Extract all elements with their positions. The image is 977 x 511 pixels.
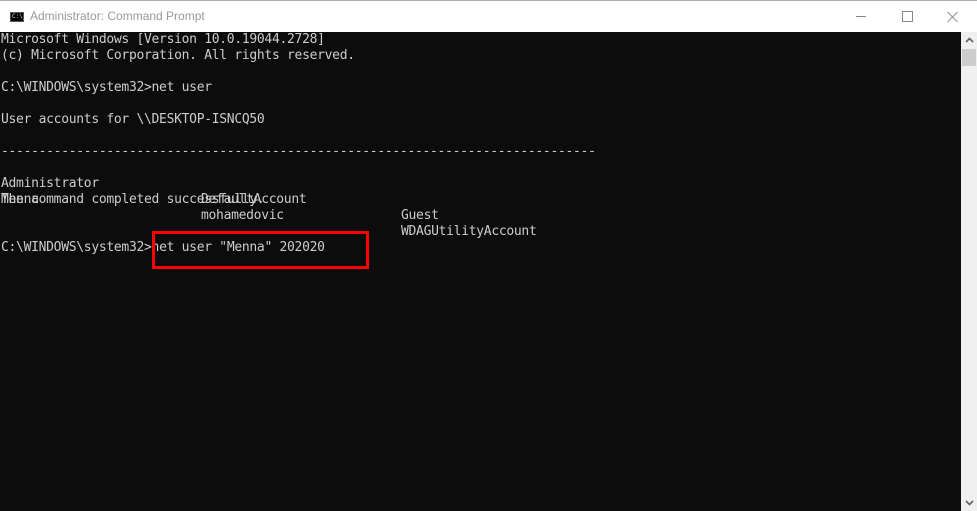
highlight-box xyxy=(152,231,369,269)
window-title: Administrator: Command Prompt xyxy=(30,9,205,23)
minimize-icon xyxy=(856,16,866,17)
account-row: Menna mohamedovic WDAGUtilityAccount xyxy=(1,176,641,239)
title-bar[interactable]: C:\_ Administrator: Command Prompt xyxy=(0,0,977,32)
console-output[interactable]: Microsoft Windows [Version 10.0.19044.27… xyxy=(0,32,961,511)
account-name: WDAGUtilityAccount xyxy=(401,224,537,239)
separator-line: ----------------------------------------… xyxy=(1,144,596,159)
vertical-scrollbar[interactable] xyxy=(961,32,977,511)
maximize-icon xyxy=(901,11,913,22)
account-name: mohamedovic xyxy=(201,208,284,223)
scroll-down-button[interactable] xyxy=(961,495,977,511)
close-button[interactable] xyxy=(930,1,976,32)
version-line: Microsoft Windows [Version 10.0.19044.27… xyxy=(1,32,325,47)
close-icon xyxy=(947,11,959,23)
net-user-command-line: C:\WINDOWS\system32>net user xyxy=(1,80,212,95)
user-accounts-header: User accounts for \\DESKTOP-ISNCQ50 xyxy=(1,112,265,127)
chevron-up-icon xyxy=(964,37,974,43)
cmd-icon: C:\_ xyxy=(10,12,27,22)
minimize-button[interactable] xyxy=(838,1,884,32)
account-row: Administrator DefaultAccount Guest xyxy=(1,160,641,223)
prompt: C:\WINDOWS\system32> xyxy=(1,240,152,255)
scroll-up-button[interactable] xyxy=(961,32,977,48)
chevron-down-icon xyxy=(964,500,974,506)
scrollbar-thumb[interactable] xyxy=(962,49,976,66)
maximize-button[interactable] xyxy=(884,1,930,32)
success-message: The command completed successfully. xyxy=(1,192,265,207)
account-name: Guest xyxy=(401,208,439,223)
copyright-line: (c) Microsoft Corporation. All rights re… xyxy=(1,48,355,63)
